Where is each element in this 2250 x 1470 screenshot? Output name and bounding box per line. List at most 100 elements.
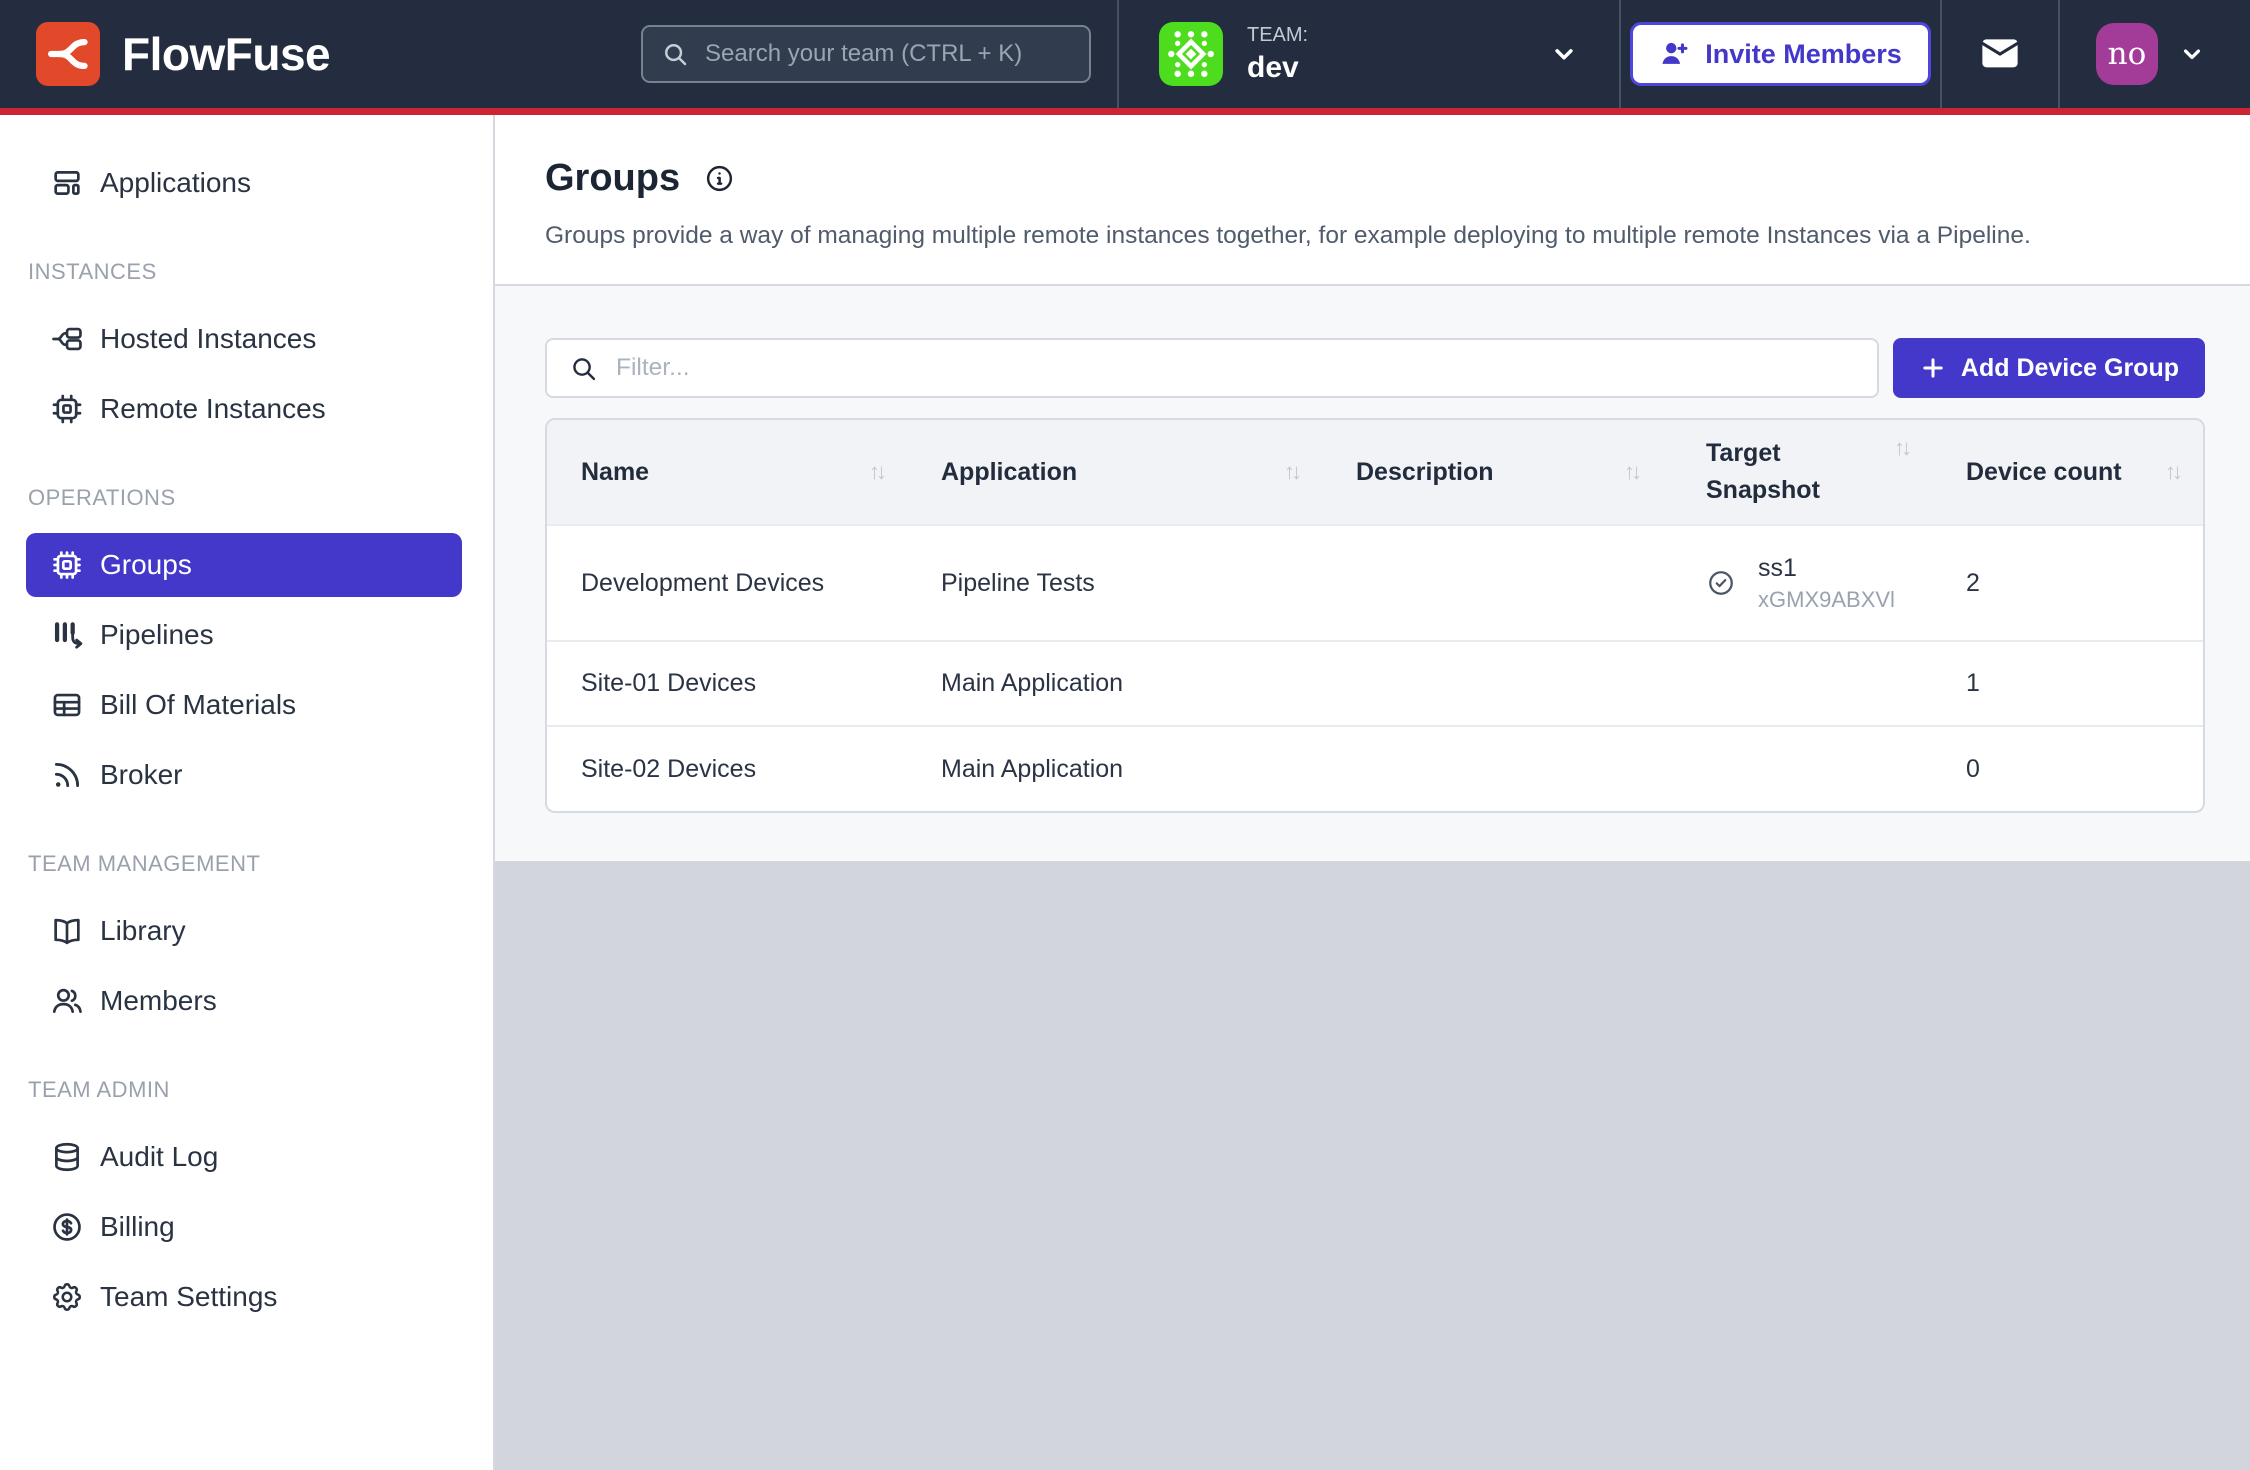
cell-target-snapshot: ss1 xGMX9ABXVl bbox=[1662, 525, 1932, 641]
sidebar-item-groups[interactable]: Groups bbox=[26, 533, 462, 597]
column-header-description[interactable]: Description↑↓ bbox=[1322, 420, 1662, 525]
cell-name: Site-01 Devices bbox=[547, 641, 907, 726]
team-name: dev bbox=[1247, 51, 1308, 85]
sidebar-item-label: Members bbox=[100, 985, 217, 1017]
sort-icon[interactable]: ↑↓ bbox=[1278, 459, 1298, 485]
sidebar-item-remote-instances[interactable]: Remote Instances bbox=[26, 377, 462, 441]
top-navbar: FlowFuse bbox=[0, 0, 2250, 115]
team-info: TEAM: dev bbox=[1247, 24, 1308, 85]
sidebar-section-operations: OPERATIONS bbox=[28, 485, 493, 511]
sidebar-item-label: Applications bbox=[100, 167, 251, 199]
cell-device-count: 0 bbox=[1932, 726, 2203, 811]
team-label: TEAM: bbox=[1247, 24, 1308, 47]
table-row[interactable]: Development Devices Pipeline Tests bbox=[547, 525, 2203, 641]
sidebar-item-label: Team Settings bbox=[100, 1281, 277, 1313]
body-row: Applications INSTANCES Hosted Instances … bbox=[0, 115, 2250, 1470]
sort-icon[interactable]: ↑↓ bbox=[1618, 459, 1638, 485]
sidebar-item-label: Billing bbox=[100, 1211, 175, 1243]
chevron-down-icon bbox=[2178, 40, 2206, 68]
sidebar-item-billing[interactable]: Billing bbox=[26, 1195, 462, 1259]
sidebar-item-applications[interactable]: Applications bbox=[26, 151, 462, 215]
team-settings-icon bbox=[50, 1280, 84, 1314]
cell-device-count: 1 bbox=[1932, 641, 2203, 726]
plus-icon bbox=[1919, 354, 1947, 382]
sidebar-item-label: Bill Of Materials bbox=[100, 689, 296, 721]
column-header-target-snapshot[interactable]: Target Snapshot↑↓ bbox=[1662, 420, 1932, 525]
sidebar-section-instances: INSTANCES bbox=[28, 259, 493, 285]
table-row[interactable]: Site-01 Devices Main Application 1 bbox=[547, 641, 2203, 726]
filter-field bbox=[545, 338, 1879, 398]
mail-icon[interactable] bbox=[1977, 31, 2023, 77]
sidebar-item-broker[interactable]: Broker bbox=[26, 743, 462, 807]
search-icon bbox=[661, 40, 689, 68]
sort-icon[interactable]: ↑↓ bbox=[1888, 435, 1908, 461]
groups-table: Name↑↓ Application↑↓ Description↑↓ Targe… bbox=[545, 418, 2205, 813]
groups-panel: Add Device Group Name↑↓ Application↑↓ De… bbox=[495, 286, 2250, 861]
cell-application: Main Application bbox=[907, 641, 1322, 726]
cell-description bbox=[1322, 726, 1662, 811]
column-header-name[interactable]: Name↑↓ bbox=[547, 420, 907, 525]
brand-name: FlowFuse bbox=[122, 27, 330, 81]
table-row[interactable]: Site-02 Devices Main Application 0 bbox=[547, 726, 2203, 811]
snapshot-id: xGMX9ABXVl bbox=[1758, 587, 1895, 613]
sidebar-item-audit-log[interactable]: Audit Log bbox=[26, 1125, 462, 1189]
sidebar-item-members[interactable]: Members bbox=[26, 969, 462, 1033]
user-avatar: no bbox=[2096, 23, 2158, 85]
team-avatar bbox=[1159, 22, 1223, 86]
user-menu[interactable]: no bbox=[2060, 23, 2250, 85]
flowfuse-logo-icon bbox=[36, 22, 100, 86]
groups-icon bbox=[50, 548, 84, 582]
search-input[interactable] bbox=[705, 40, 1071, 68]
sidebar-item-label: Broker bbox=[100, 759, 182, 791]
sidebar-item-label: Hosted Instances bbox=[100, 323, 316, 355]
bill-of-materials-icon bbox=[50, 688, 84, 722]
sidebar-item-label: Library bbox=[100, 915, 186, 947]
pipelines-icon bbox=[50, 618, 84, 652]
sidebar-item-pipelines[interactable]: Pipelines bbox=[26, 603, 462, 667]
add-device-group-button[interactable]: Add Device Group bbox=[1893, 338, 2205, 398]
audit-log-icon bbox=[50, 1140, 84, 1174]
column-header-device-count[interactable]: Device count↑↓ bbox=[1932, 420, 2203, 525]
table-header-row: Name↑↓ Application↑↓ Description↑↓ Targe… bbox=[547, 420, 2203, 525]
sidebar-item-hosted-instances[interactable]: Hosted Instances bbox=[26, 307, 462, 371]
invite-members-button[interactable]: Invite Members bbox=[1630, 22, 1931, 86]
cell-name: Site-02 Devices bbox=[547, 726, 907, 811]
cell-name: Development Devices bbox=[547, 525, 907, 641]
cell-application: Main Application bbox=[907, 726, 1322, 811]
team-search[interactable] bbox=[641, 25, 1091, 83]
sidebar: Applications INSTANCES Hosted Instances … bbox=[0, 115, 495, 1470]
cell-device-count: 2 bbox=[1932, 525, 2203, 641]
sidebar-item-label: Audit Log bbox=[100, 1141, 218, 1173]
sidebar-section-team-admin: TEAM ADMIN bbox=[28, 1077, 493, 1103]
brand[interactable]: FlowFuse bbox=[0, 22, 641, 86]
user-add-icon bbox=[1659, 38, 1691, 70]
billing-icon bbox=[50, 1210, 84, 1244]
team-picker[interactable]: TEAM: dev bbox=[1119, 22, 1619, 86]
sidebar-item-label: Pipelines bbox=[100, 619, 214, 651]
page-header: Groups Groups provide a way of managing … bbox=[495, 115, 2250, 286]
cell-description bbox=[1322, 525, 1662, 641]
add-device-group-label: Add Device Group bbox=[1961, 354, 2179, 383]
column-header-application[interactable]: Application↑↓ bbox=[907, 420, 1322, 525]
main-content: Groups Groups provide a way of managing … bbox=[495, 115, 2250, 1470]
search-icon bbox=[569, 354, 598, 383]
hosted-instances-icon bbox=[50, 322, 84, 356]
applications-icon bbox=[50, 166, 84, 200]
sidebar-item-team-settings[interactable]: Team Settings bbox=[26, 1265, 462, 1329]
broker-icon bbox=[50, 758, 84, 792]
page-title: Groups bbox=[545, 157, 680, 200]
cell-description bbox=[1322, 641, 1662, 726]
members-icon bbox=[50, 984, 84, 1018]
sidebar-item-library[interactable]: Library bbox=[26, 899, 462, 963]
info-icon[interactable] bbox=[704, 163, 735, 194]
sort-icon[interactable]: ↑↓ bbox=[863, 459, 883, 485]
app-window: FlowFuse bbox=[0, 0, 2250, 1470]
invite-members-label: Invite Members bbox=[1705, 39, 1902, 70]
sidebar-item-bill-of-materials[interactable]: Bill Of Materials bbox=[26, 673, 462, 737]
remote-instances-icon bbox=[50, 392, 84, 426]
filter-input[interactable] bbox=[616, 354, 1857, 382]
chevron-down-icon bbox=[1549, 39, 1579, 69]
check-circle-icon bbox=[1706, 568, 1736, 598]
sort-icon[interactable]: ↑↓ bbox=[2159, 459, 2179, 485]
content-filler bbox=[495, 861, 2250, 1470]
